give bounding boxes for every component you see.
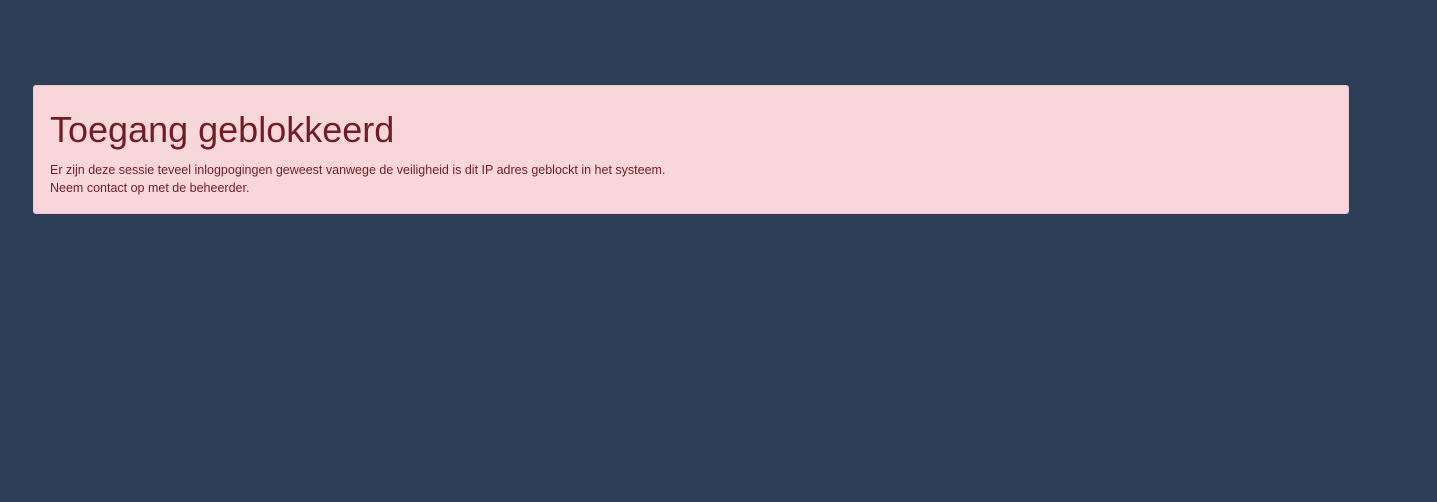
alert-message-line-2: Neem contact op met de beheerder.	[50, 181, 250, 195]
error-alert: Toegang geblokkeerd Er zijn deze sessie …	[33, 85, 1349, 214]
alert-title: Toegang geblokkeerd	[50, 109, 395, 150]
alert-message-line-1: Er zijn deze sessie teveel inlogpogingen…	[50, 163, 666, 177]
alert-message: Er zijn deze sessie teveel inlogpogingen…	[50, 161, 1332, 197]
